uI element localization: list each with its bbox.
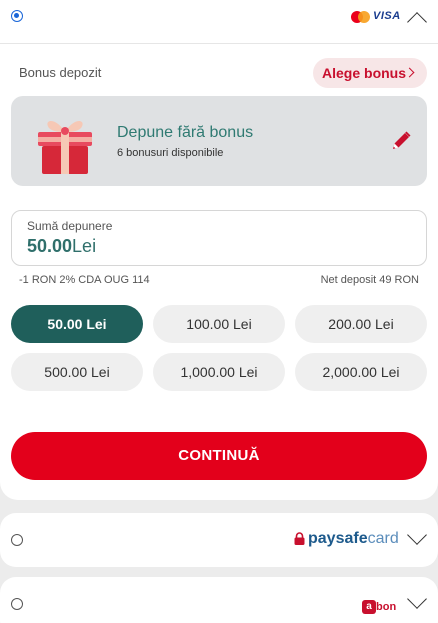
paysafecard-method-row[interactable]: paysafecard — [0, 513, 438, 567]
amount-number: 50.00 — [27, 236, 73, 256]
choose-bonus-button[interactable]: Alege bonus — [313, 58, 427, 88]
paysafecard-logo: paysafecard — [294, 530, 399, 548]
pencil-icon[interactable] — [390, 130, 412, 152]
abon-logo-mark: a — [362, 599, 376, 614]
abon-logo-text: bon — [376, 600, 397, 613]
paysafecard-radio[interactable] — [11, 534, 23, 546]
bonus-selection-card[interactable]: Depune fără bonus 6 bonusuri disponibile — [11, 96, 427, 186]
preset-amount-button[interactable]: 100.00 Lei — [153, 305, 285, 343]
fee-note: -1 RON 2% CDA OUG 114 — [19, 274, 150, 286]
continue-button[interactable]: CONTINUĂ — [11, 432, 427, 480]
preset-amount-button[interactable]: 500.00 Lei — [11, 353, 143, 391]
paysafe-part-pay: pay — [308, 530, 336, 547]
bonus-section-label: Bonus depozit — [19, 65, 102, 80]
abon-radio[interactable] — [11, 598, 23, 610]
net-deposit-note: Net deposit 49 RON — [320, 274, 419, 286]
preset-amount-button[interactable]: 200.00 Lei — [295, 305, 427, 343]
card-method-header[interactable]: VISA — [0, 0, 438, 44]
deposit-amount-field[interactable]: Sumă depunere 50.00Lei — [11, 210, 427, 266]
chevron-right-icon — [404, 67, 415, 78]
mastercard-logo — [351, 11, 371, 23]
preset-amount-button[interactable]: 50.00 Lei — [11, 305, 143, 343]
lock-icon — [294, 532, 305, 545]
visa-logo: VISA — [373, 10, 401, 22]
bonus-subtitle: 6 bonusuri disponibile — [117, 147, 224, 159]
bonus-title: Depune fără bonus — [117, 124, 254, 141]
choose-bonus-label: Alege bonus — [322, 65, 407, 81]
chevron-down-icon[interactable] — [407, 525, 427, 545]
gift-icon — [38, 121, 92, 174]
abon-logo: a bon — [362, 598, 396, 616]
preset-amount-button[interactable]: 1,000.00 Lei — [153, 353, 285, 391]
card-payment-panel: VISA Bonus depozit Alege bonus Depune fă… — [0, 0, 438, 500]
amount-currency: Lei — [72, 236, 97, 256]
deposit-amount-label: Sumă depunere — [27, 219, 113, 233]
preset-amount-button[interactable]: 2,000.00 Lei — [295, 353, 427, 391]
deposit-amount-value[interactable]: 50.00Lei — [27, 236, 96, 257]
paysafe-part-card: card — [367, 530, 399, 547]
chevron-down-icon[interactable] — [407, 589, 427, 609]
abon-method-row[interactable]: a bon — [0, 577, 438, 623]
paysafe-part-safe: safe — [335, 530, 368, 547]
card-method-radio[interactable] — [11, 10, 23, 22]
chevron-up-icon[interactable] — [407, 12, 427, 32]
